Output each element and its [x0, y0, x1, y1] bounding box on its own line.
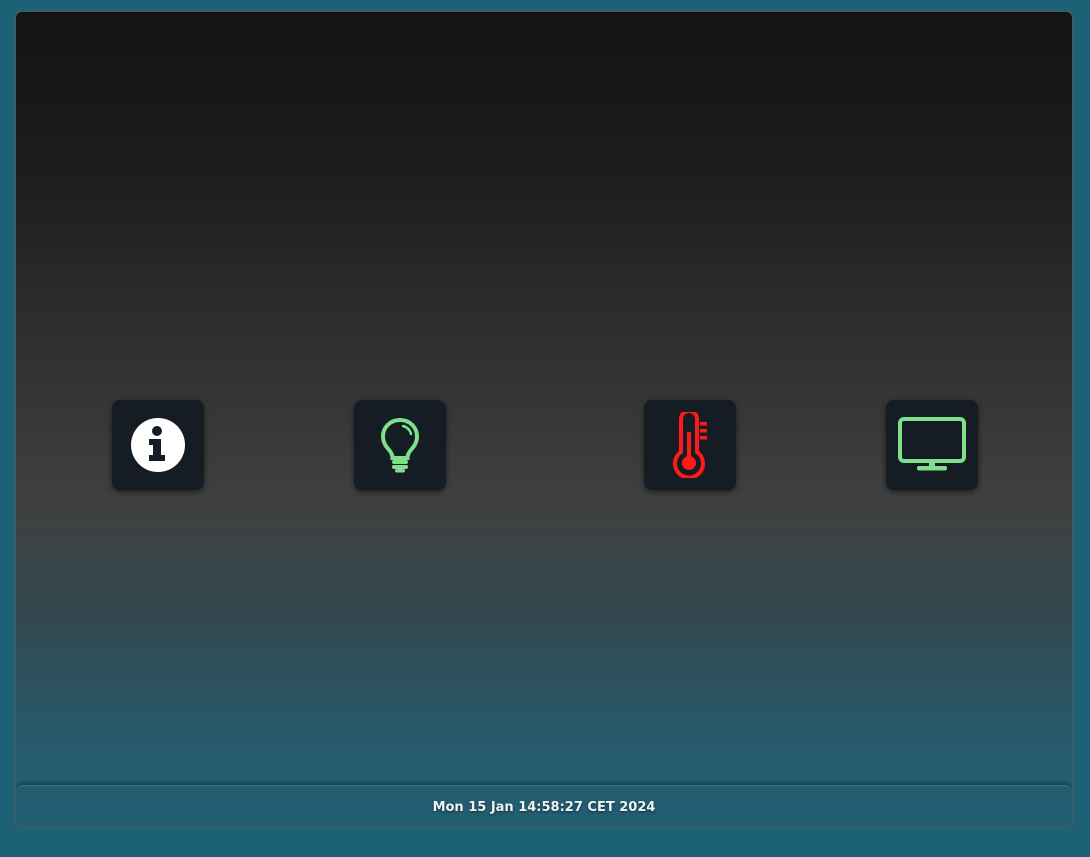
datetime-label: Mon 15 Jan 14:58:27 CET 2024 [432, 800, 656, 815]
light-tile-button[interactable] [354, 400, 446, 490]
tv-tile-button[interactable] [886, 400, 978, 490]
status-bar: Mon 15 Jan 14:58:27 CET 2024 [16, 785, 1072, 827]
info-icon [130, 417, 186, 473]
thermometer-icon [670, 412, 710, 478]
temperature-tile-button[interactable] [644, 400, 736, 490]
lightbulb-icon [380, 417, 420, 473]
info-tile-button[interactable] [112, 400, 204, 490]
tv-monitor-icon [897, 416, 967, 474]
dashboard-frame: Mon 15 Jan 14:58:27 CET 2024 [15, 11, 1073, 828]
